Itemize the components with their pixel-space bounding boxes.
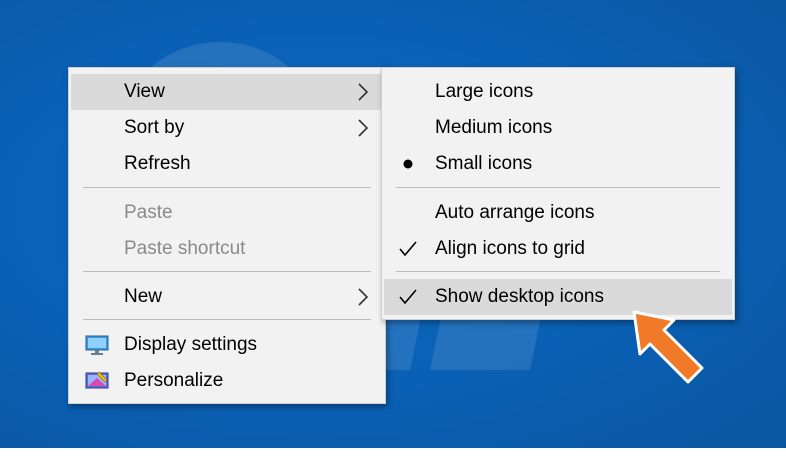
menu-separator (83, 271, 371, 272)
menu-item-label: Medium icons (435, 117, 553, 138)
menu-separator (83, 319, 371, 320)
submenu-item-medium-icons[interactable]: Medium icons (384, 110, 732, 146)
menu-item-label: Paste shortcut (124, 238, 246, 259)
menu-separator (396, 271, 720, 272)
chevron-right-icon (358, 83, 369, 101)
menu-item-refresh[interactable]: Refresh (71, 146, 383, 182)
menu-item-label: Small icons (435, 153, 533, 174)
chevron-right-icon (358, 119, 369, 137)
bullet-icon (403, 159, 413, 169)
submenu-item-small-icons[interactable]: Small icons (384, 146, 732, 182)
view-submenu: Large icons Medium icons Small icons Aut… (381, 67, 735, 320)
menu-item-label: Auto arrange icons (435, 202, 595, 223)
menu-item-label: Large icons (435, 81, 534, 102)
menu-item-sort-by[interactable]: Sort by (71, 110, 383, 146)
menu-item-paste: Paste (71, 195, 383, 231)
menu-item-label: Show desktop icons (435, 286, 604, 307)
menu-separator (83, 187, 371, 188)
display-settings-icon (85, 335, 109, 355)
menu-item-label: View (124, 81, 165, 102)
menu-item-personalize[interactable]: Personalize (71, 363, 383, 399)
menu-item-display-settings[interactable]: Display settings (71, 327, 383, 363)
pointer-arrow-icon (632, 310, 704, 384)
submenu-item-align-icons-to-grid[interactable]: Align icons to grid (384, 231, 732, 267)
checkmark-icon (399, 289, 417, 305)
desktop-context-menu: View Sort by Refresh Paste Paste shortcu… (68, 67, 386, 404)
menu-item-new[interactable]: New (71, 279, 383, 315)
menu-item-label: Refresh (124, 153, 191, 174)
menu-item-label: New (124, 286, 163, 307)
menu-item-label: Align icons to grid (435, 238, 585, 259)
menu-item-label: Display settings (124, 334, 258, 355)
menu-item-label: Sort by (124, 117, 185, 138)
checkmark-icon (399, 241, 417, 257)
personalize-icon (85, 371, 109, 389)
menu-item-label: Personalize (124, 370, 224, 391)
chevron-right-icon (358, 288, 369, 306)
submenu-item-auto-arrange-icons[interactable]: Auto arrange icons (384, 195, 732, 231)
bottom-edge (0, 448, 786, 460)
menu-item-paste-shortcut: Paste shortcut (71, 231, 383, 267)
submenu-item-large-icons[interactable]: Large icons (384, 74, 732, 110)
menu-separator (396, 187, 720, 188)
menu-item-label: Paste (124, 202, 173, 223)
menu-item-view[interactable]: View (71, 74, 383, 110)
